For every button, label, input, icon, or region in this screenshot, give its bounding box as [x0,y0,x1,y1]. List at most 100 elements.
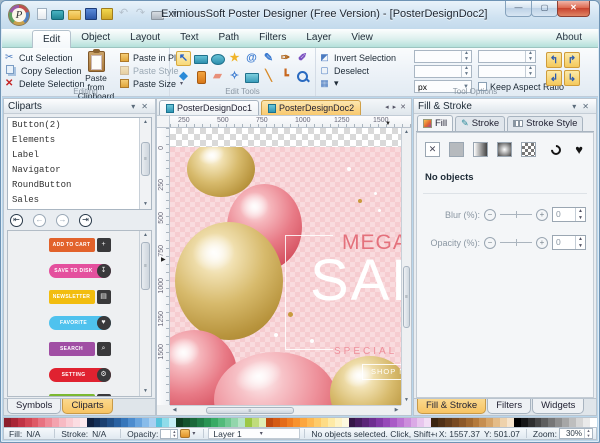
save-icon[interactable] [85,8,97,20]
color-swatch[interactable] [335,418,342,427]
color-swatch[interactable] [369,418,376,427]
select-tool[interactable]: ↖ [176,51,191,66]
preview-scrollbar[interactable]: ▲ ≡ ▼ [139,231,151,396]
blur-value-input[interactable]: 0▲▼ [552,207,586,222]
redo-icon[interactable]: ↷ [134,7,147,20]
scroll-down-icon[interactable]: ▼ [140,200,151,209]
menu-tab-Text[interactable]: Text [170,29,208,48]
opacity-status-input[interactable]: ▲▼ [160,429,178,439]
color-swatch[interactable] [562,418,569,427]
color-swatch[interactable] [259,418,266,427]
color-swatch[interactable] [383,418,390,427]
color-swatch[interactable] [38,418,45,427]
color-swatch[interactable] [11,418,18,427]
width-input[interactable]: ▲▼ [414,50,472,63]
menu-tab-Edit[interactable]: Edit [32,30,71,48]
color-swatch[interactable] [507,418,514,427]
y-position-input[interactable]: ▲▼ [478,65,536,78]
decrease-icon[interactable]: − [484,237,496,249]
tab-filters[interactable]: Filters [487,399,531,414]
clipart-search[interactable]: SEARCH⌕ [49,342,111,356]
color-swatch[interactable] [4,418,11,427]
doc-tab-2[interactable]: PosterDesignDoc2 [261,100,361,115]
color-swatch[interactable] [231,418,238,427]
clipart-category[interactable]: Elements [8,133,151,148]
fill-bucket-tool[interactable]: ◆ [176,69,191,84]
tab-fill-stroke[interactable]: Fill & Stroke [417,399,486,414]
tab-fill[interactable]: Fill [417,115,453,131]
clipart-category[interactable]: Sales [8,193,151,208]
color-swatch[interactable] [541,418,548,427]
menu-tab-Filters[interactable]: Filters [249,29,296,48]
tab-scroll-right-icon[interactable]: ▸ [393,103,397,115]
category-scrollbar[interactable]: ▲ ≡ ▼ [139,118,151,209]
color-swatch[interactable] [328,418,335,427]
spray-can-tool[interactable] [193,69,208,84]
color-swatch[interactable] [535,418,542,427]
color-swatch[interactable] [59,418,66,427]
color-swatch[interactable] [466,418,473,427]
tab-widgets[interactable]: Widgets [532,399,584,414]
rectangle-tool[interactable] [193,51,208,66]
color-swatch[interactable] [417,418,424,427]
color-swatch[interactable] [349,418,356,427]
about-menu[interactable]: About [556,32,582,43]
canvas-horizontal-scrollbar[interactable]: ◀ ≡ ▶ [170,405,401,415]
panel-menu-icon[interactable]: ▾ [569,102,579,111]
pattern-fill-icon[interactable] [521,142,536,157]
clipart-setting[interactable]: SETTING⚙ [49,368,111,382]
color-swatch[interactable] [225,418,232,427]
menu-tab-View[interactable]: View [341,29,383,48]
scroll-down-icon[interactable]: ▼ [140,387,151,396]
clipart-add-to-cart[interactable]: ADD TO CART+ [49,238,111,252]
scroll-up-icon[interactable]: ▲ [140,118,151,127]
color-swatch[interactable] [314,418,321,427]
tab-scroll-left-icon[interactable]: ◂ [385,103,389,115]
spiral-tool[interactable]: @ [244,51,259,66]
color-swatch[interactable] [500,418,507,427]
corner-top-left-icon[interactable]: ↰ [546,52,562,68]
menu-tab-Layout[interactable]: Layout [120,29,170,48]
clipart-category[interactable]: Navigator [8,163,151,178]
color-swatch[interactable] [266,418,273,427]
color-swatch[interactable] [107,418,114,427]
height-input[interactable]: ▲▼ [414,65,472,78]
color-swatch[interactable] [94,418,101,427]
clipart-category[interactable]: Button(2) [8,118,151,133]
airbrush-tool[interactable]: ✐ [295,51,310,66]
opacity-value-input[interactable]: 0▲▼ [552,235,586,250]
color-swatch[interactable] [569,418,576,427]
color-swatch[interactable] [521,418,528,427]
swatch-ring-icon[interactable] [549,142,563,156]
cut-selection-button[interactable]: ✂Cut Selection [5,51,85,64]
color-swatch[interactable] [135,418,142,427]
zoom-input[interactable]: 30%▲▼ [559,428,593,439]
color-swatch[interactable] [342,418,349,427]
color-swatch[interactable] [355,418,362,427]
color-swatch[interactable] [583,418,590,427]
solid-fill-icon[interactable] [449,142,464,157]
canvas-vertical-scrollbar[interactable]: ▲ ≡ ▼ [401,128,411,405]
color-swatch[interactable] [424,418,431,427]
clipart-favorite[interactable]: FAVORITE♥ [49,316,111,330]
deselect-button[interactable]: ▢Deselect [319,64,396,77]
increase-icon[interactable]: + [536,237,548,249]
color-swatch[interactable] [438,418,445,427]
scroll-left-icon[interactable]: ◀ [170,406,179,415]
close-button[interactable]: ✕ [557,1,590,17]
spinner-arrows-icon[interactable]: ▲▼ [584,429,592,438]
open-folder-icon[interactable] [68,10,81,20]
color-swatch[interactable] [190,418,197,427]
color-swatch[interactable] [528,418,535,427]
tab-symbols[interactable]: Symbols [7,399,61,414]
zoom-tool[interactable] [295,69,310,84]
maximize-button[interactable]: ▢ [531,1,558,17]
decrease-icon[interactable]: − [484,209,496,221]
color-swatch[interactable] [100,418,107,427]
screen-capture-icon[interactable] [51,10,64,20]
clipart-download-now[interactable]: DOWNLOAD NOW↓ [49,394,111,397]
ellipse-tool[interactable] [210,51,225,66]
color-swatch[interactable] [376,418,383,427]
panel-menu-icon[interactable]: ▾ [128,102,138,111]
color-swatch[interactable] [149,418,156,427]
